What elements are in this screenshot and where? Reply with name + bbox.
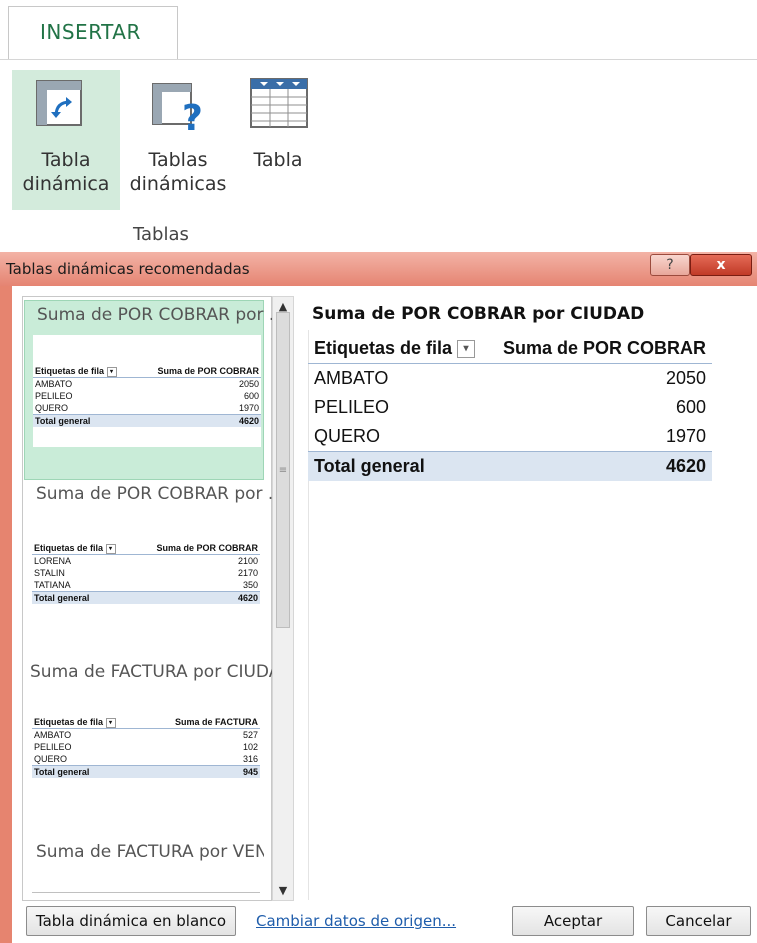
mini-row-value: 350 [242, 580, 258, 590]
row-label: QUERO [314, 426, 381, 446]
filter-dropdown-icon: ▾ [457, 340, 476, 359]
mini-row-label: STALIN [34, 568, 65, 578]
mini-total-value: 945 [145, 765, 260, 778]
pivot-table-button[interactable]: Tabla dinámica [12, 70, 120, 210]
mini-row-label: PELILEO [35, 391, 73, 401]
mini-col1: Etiquetas de fila [34, 717, 104, 727]
pivot-table-icon [36, 80, 82, 126]
mini-col2: Suma de POR COBRAR [135, 365, 261, 378]
table-row: PELILEO 600 [308, 393, 712, 422]
recommended-pivot-label-2: dinámicas [129, 173, 227, 195]
mini-col2: Suma de FACTURA [145, 716, 260, 729]
mini-col1: Etiquetas de fila [34, 543, 104, 553]
preview-col1: Etiquetas de fila [314, 338, 453, 358]
grip-icon: ≡ [278, 465, 288, 476]
close-button[interactable]: x [690, 254, 752, 276]
card-title: Suma de FACTURA por VEN... [36, 842, 264, 862]
svg-text:?: ? [182, 98, 203, 132]
pivot-table-label-1: Tabla [41, 149, 91, 171]
row-value: 600 [675, 397, 706, 417]
mini-total-label: Total general [33, 414, 136, 427]
table-label: Tabla [253, 149, 303, 171]
table-row: QUERO 1970 [308, 422, 712, 452]
mini-row-value: 527 [242, 730, 258, 740]
table-icon [250, 78, 308, 128]
filter-dropdown-icon: ▾ [105, 543, 116, 554]
card-title: Suma de FACTURA por CIUDAD [30, 662, 294, 682]
help-button[interactable]: ? [650, 254, 690, 276]
total-label: Total general [308, 451, 489, 481]
mini-row-label: TATIANA [34, 580, 71, 590]
mini-total-label: Total general [32, 765, 146, 778]
card-preview: Etiquetas de fila ▾ Suma de POR COBRAR AM… [33, 335, 261, 447]
mini-row-label: QUERO [35, 403, 69, 413]
card-preview: Etiquetas de fila ▾ Suma de POR COBRAR LO… [32, 542, 260, 604]
recommended-pivot-button[interactable]: ? Tablas dinámicas [128, 70, 228, 210]
card-preview: Etiquetas de fila ▾ Suma de FACTURA AMBAT… [32, 716, 260, 778]
card-title: Suma de POR COBRAR por ... [37, 305, 286, 325]
dialog-title: Tablas dinámicas recomendadas [6, 260, 250, 278]
mini-row-value: 2050 [238, 379, 259, 389]
recommended-pivot-icon: ? [152, 83, 203, 132]
row-label: AMBATO [314, 368, 389, 388]
filter-dropdown-icon: ▾ [106, 366, 117, 377]
table-button[interactable]: Tabla [240, 70, 316, 210]
scroll-down-icon[interactable]: ▼ [272, 884, 294, 897]
mini-row-value: 316 [242, 754, 258, 764]
total-value: 4620 [488, 451, 712, 481]
card-title: Suma de POR COBRAR por ... [36, 484, 285, 504]
mini-row-label: LORENA [34, 556, 72, 566]
filter-dropdown-icon: ▾ [105, 717, 116, 728]
card-preview [32, 892, 260, 900]
mini-row-value: 600 [243, 391, 259, 401]
ribbon-group-label: Tablas [133, 224, 189, 245]
mini-col2: Suma de POR COBRAR [134, 542, 260, 555]
mini-total-label: Total general [32, 591, 135, 604]
ribbon-divider [0, 59, 757, 60]
mini-row-label: AMBATO [34, 730, 72, 740]
mini-row-label: PELILEO [34, 742, 72, 752]
mini-row-label: QUERO [34, 754, 68, 764]
row-value: 2050 [665, 368, 706, 388]
recommended-pivot-label-1: Tablas [148, 149, 208, 171]
blank-pivot-button[interactable]: Tabla dinámica en blanco [26, 906, 236, 936]
ribbon-tab-label: INSERTAR [40, 20, 141, 44]
table-row: AMBATO 2050 [308, 364, 712, 394]
mini-row-label: AMBATO [35, 379, 73, 389]
mini-row-value: 2100 [237, 556, 258, 566]
pivot-table-label-2: dinámica [22, 173, 110, 195]
recommendation-card-1[interactable]: Suma de POR COBRAR por ... Etiquetas de … [24, 300, 285, 480]
row-label: PELILEO [314, 397, 390, 417]
mini-row-value: 2170 [237, 568, 258, 578]
change-source-link[interactable]: Cambiar datos de origen... [256, 912, 456, 930]
preview-pivot-table: Etiquetas de fila ▾ Suma de POR COBRAR A… [308, 334, 712, 481]
mini-total-value: 4620 [134, 591, 260, 604]
preview-col2: Suma de POR COBRAR [488, 334, 712, 364]
recommendation-card-4[interactable]: Suma de FACTURA por VEN... [24, 842, 264, 900]
preview-title: Suma de POR COBRAR por CIUDAD [312, 304, 645, 324]
cancel-button[interactable]: Cancelar [646, 906, 751, 936]
row-value: 1970 [665, 426, 706, 446]
mini-col1: Etiquetas de fila [35, 366, 105, 376]
recommendation-card-3[interactable]: Suma de FACTURA por CIUDAD Etiquetas de … [24, 662, 293, 812]
mini-row-value: 102 [242, 742, 258, 752]
mini-total-value: 4620 [135, 414, 261, 427]
dialog-border [0, 286, 12, 943]
total-row: Total general 4620 [308, 451, 712, 481]
mini-row-value: 1970 [238, 403, 259, 413]
recommendation-card-2[interactable]: Suma de POR COBRAR por ... Etiquetas de … [24, 484, 284, 634]
accept-button[interactable]: Aceptar [512, 906, 634, 936]
